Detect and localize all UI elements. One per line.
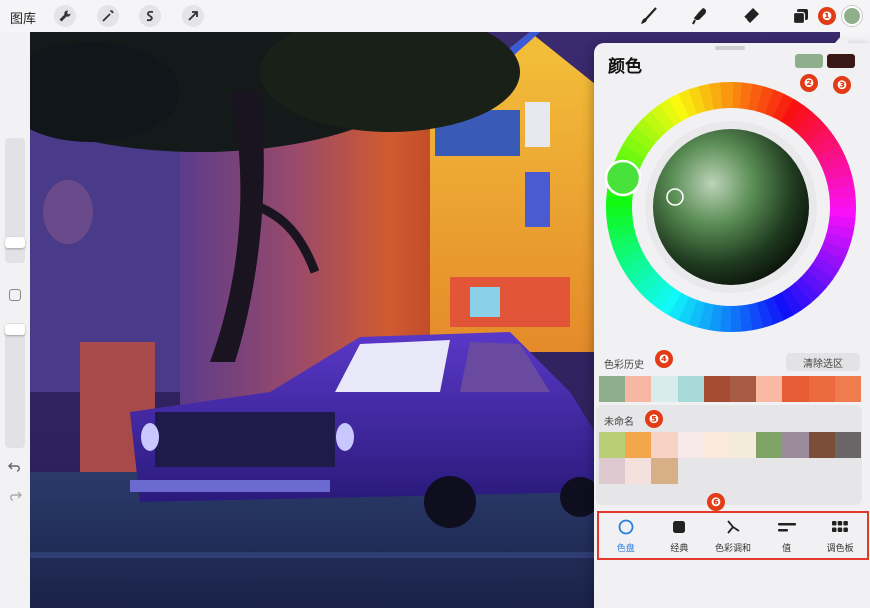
brush-size-slider[interactable] [5,138,25,263]
color-history-row [599,376,861,402]
tab-harmony-label: 色彩调和 [714,542,751,553]
badge-3: ❸ [833,76,851,94]
tab-disc-label: 色盘 [616,542,635,553]
opacity-knob[interactable] [5,324,25,335]
procreate-app: 图库 颜色 色彩历史 清除选区 未命名 色盘 经典 色彩调和 值 调色板 ❶ ❷… [0,0,870,608]
eraser-icon[interactable] [740,5,762,27]
tab-classic[interactable]: 经典 [654,518,704,554]
palette-swatch[interactable] [703,432,730,458]
brush-icon[interactable] [638,5,660,27]
tab-harmony[interactable]: 色彩调和 [708,518,758,554]
left-sidebar [0,32,30,608]
palette-swatch[interactable] [834,432,861,458]
panel-grabber[interactable] [715,46,745,50]
clear-history-button[interactable]: 清除选区 [786,353,860,371]
history-swatch[interactable] [756,376,783,402]
tab-classic-label: 经典 [670,542,689,553]
palette-swatch[interactable] [599,432,626,458]
palette-swatch[interactable] [756,432,783,458]
current-color-button[interactable] [842,6,862,26]
magic-wand-icon[interactable] [97,5,119,27]
panel-title: 颜色 [608,57,642,76]
history-swatch[interactable] [782,376,809,402]
badge-2: ❷ [800,74,818,92]
history-swatch[interactable] [625,376,652,402]
history-swatch[interactable] [808,376,835,402]
transform-arrow-icon[interactable] [182,5,204,27]
history-label: 色彩历史 [604,360,644,371]
history-swatch[interactable] [677,376,704,402]
modify-button[interactable] [9,289,21,301]
tab-value[interactable]: 值 [762,518,812,554]
palette-swatch[interactable] [625,458,652,484]
classic-square-icon [670,518,688,536]
opacity-slider[interactable] [5,323,25,448]
value-sliders-icon [777,518,796,536]
palette-swatch[interactable] [651,458,678,484]
palette-swatch[interactable] [808,432,835,458]
palette-swatch[interactable] [599,458,626,484]
undo-icon[interactable] [8,460,22,478]
history-swatch[interactable] [729,376,757,402]
top-toolbar: 图库 [0,0,870,32]
smudge-icon[interactable] [689,5,711,27]
history-swatch[interactable] [834,376,861,402]
tab-value-label: 值 [782,542,792,553]
wrench-icon[interactable] [54,5,76,27]
secondary-color-swatch[interactable] [827,54,855,68]
harmony-icon [724,518,742,536]
history-swatch[interactable] [599,376,626,402]
brush-size-knob[interactable] [5,237,25,248]
color-wheel-graphic[interactable] [598,80,864,334]
tab-palettes-label: 调色板 [826,542,854,553]
badge-5: ❺ [645,410,663,428]
tab-disc[interactable]: 色盘 [601,518,651,554]
primary-color-swatch[interactable] [795,54,823,68]
gallery-button[interactable]: 图库 [10,8,36,27]
history-swatch[interactable] [651,376,678,402]
palette-swatch[interactable] [729,432,757,458]
palette-swatch[interactable] [677,432,704,458]
history-swatch[interactable] [703,376,730,402]
badge-1: ❶ [818,7,836,25]
badge-6: ❻ [707,493,725,511]
tab-palettes[interactable]: 调色板 [815,518,865,554]
color-disc[interactable] [598,80,864,334]
palette-grid-icon [831,518,849,536]
palette-swatch[interactable] [782,432,809,458]
palette-swatch[interactable] [651,432,678,458]
hue-picker[interactable] [604,159,642,197]
layers-icon[interactable] [790,5,812,27]
palette-name-label: 未命名 [604,417,634,428]
selection-icon[interactable] [139,5,161,27]
palette-swatch[interactable] [625,432,652,458]
redo-icon[interactable] [8,489,22,507]
panel-pointer [834,35,850,44]
color-mode-tabs: 色盘 经典 色彩调和 值 调色板 [597,511,869,560]
palette-swatch-grid [599,432,862,484]
badge-4: ❹ [655,350,673,368]
disc-icon [617,518,635,536]
